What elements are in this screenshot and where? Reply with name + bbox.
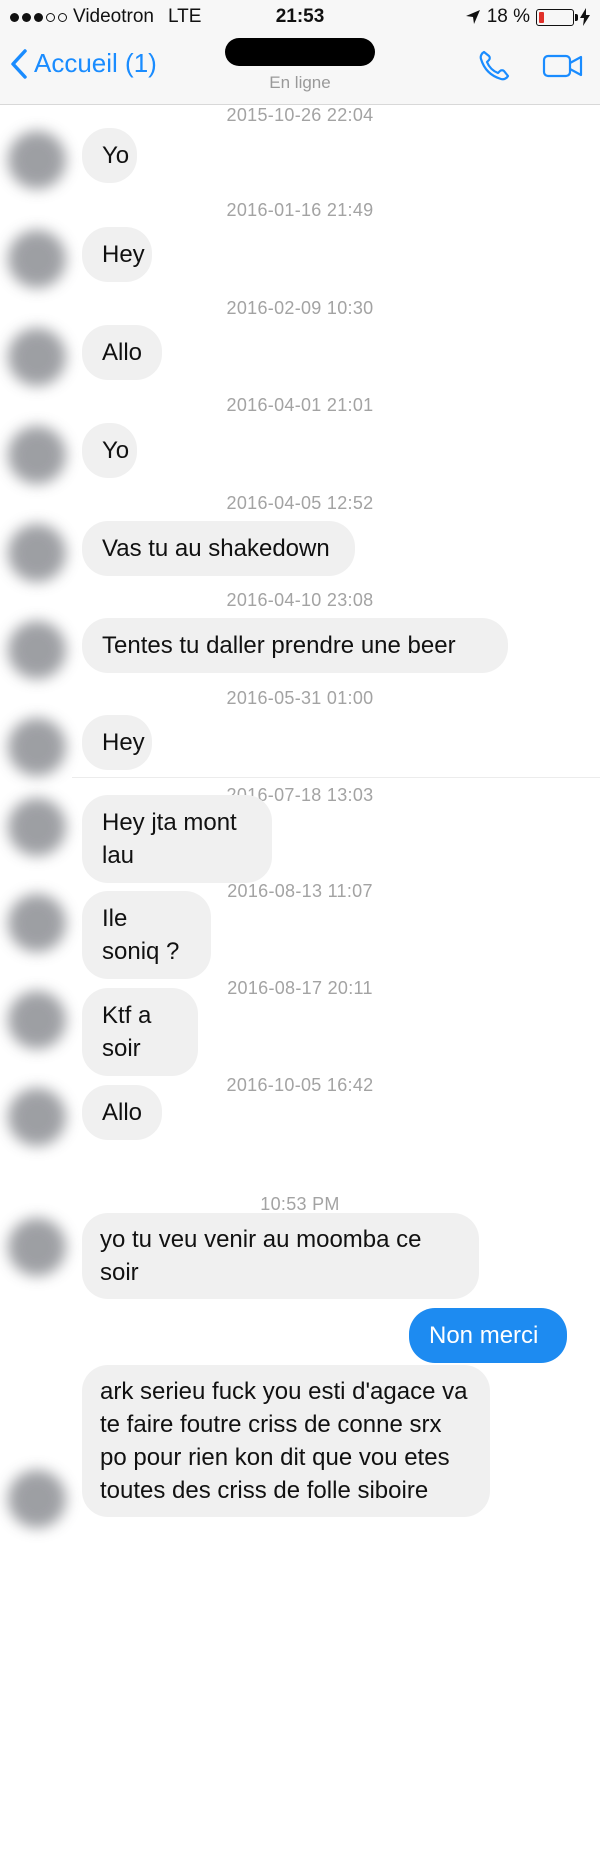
contact-avatar[interactable] [8, 1088, 66, 1146]
battery-percent: 18 % [486, 6, 530, 27]
contact-avatar[interactable] [8, 524, 66, 582]
contact-avatar[interactable] [8, 718, 66, 776]
message-timestamp: 2016-05-31 01:00 [226, 688, 374, 708]
contact-avatar[interactable] [8, 1218, 66, 1276]
incoming-message-bubble[interactable]: Yo [82, 423, 137, 478]
contact-avatar[interactable] [8, 1470, 66, 1528]
message-timestamp: 2016-02-09 10:30 [226, 298, 374, 318]
incoming-message-bubble[interactable]: Vas tu au shakedown [82, 521, 355, 576]
location-arrow-icon [465, 10, 480, 24]
incoming-message-bubble[interactable]: Tentes tu daller prendre une beer [82, 618, 508, 673]
status-bar-right: 18 % [465, 6, 590, 28]
contact-avatar[interactable] [8, 328, 66, 386]
message-timestamp: 10:53 PM [260, 1194, 340, 1214]
incoming-message-bubble[interactable]: Allo [82, 325, 162, 380]
phone-icon[interactable] [476, 48, 512, 84]
contact-avatar[interactable] [8, 991, 66, 1049]
incoming-message-bubble[interactable]: Hey [82, 227, 152, 282]
incoming-message-bubble[interactable]: Allo [82, 1085, 162, 1140]
incoming-message-bubble[interactable]: yo tu veu venir au moomba ce soir [82, 1213, 479, 1299]
status-bar: Videotron LTE 21:53 18 % [0, 0, 600, 34]
incoming-message-bubble[interactable]: Hey jta mont lau [82, 795, 272, 883]
message-timestamp: 2016-04-01 21:01 [226, 395, 374, 415]
incoming-message-bubble[interactable]: Yo [82, 128, 137, 183]
conversation-header: Accueil (1) En ligne [0, 34, 600, 105]
message-timestamp: 2016-04-10 23:08 [226, 590, 374, 610]
battery-level-fill [539, 11, 544, 23]
contact-avatar[interactable] [8, 621, 66, 679]
incoming-message-bubble[interactable]: ark serieu fuck you esti d'agace va te f… [82, 1365, 490, 1517]
contact-avatar[interactable] [8, 894, 66, 952]
contact-avatar[interactable] [8, 798, 66, 856]
contact-avatar[interactable] [8, 230, 66, 288]
divider [72, 777, 600, 778]
incoming-message-bubble[interactable]: Ktf a soir [82, 988, 198, 1076]
redacted-contact-name [225, 38, 375, 66]
message-timestamp: 2016-04-05 12:52 [226, 493, 374, 513]
battery-icon [536, 8, 578, 26]
contact-avatar[interactable] [8, 131, 66, 189]
video-camera-icon[interactable] [542, 51, 584, 81]
outgoing-message-bubble[interactable]: Non merci [409, 1308, 567, 1363]
message-timestamp: 2016-01-16 21:49 [226, 200, 374, 220]
charging-bolt-icon [580, 8, 590, 26]
message-timestamp: 2015-10-26 22:04 [226, 105, 374, 125]
contact-avatar[interactable] [8, 426, 66, 484]
call-actions [476, 48, 584, 84]
incoming-message-bubble[interactable]: Ile soniq ? [82, 891, 211, 979]
incoming-message-bubble[interactable]: Hey [82, 715, 152, 770]
